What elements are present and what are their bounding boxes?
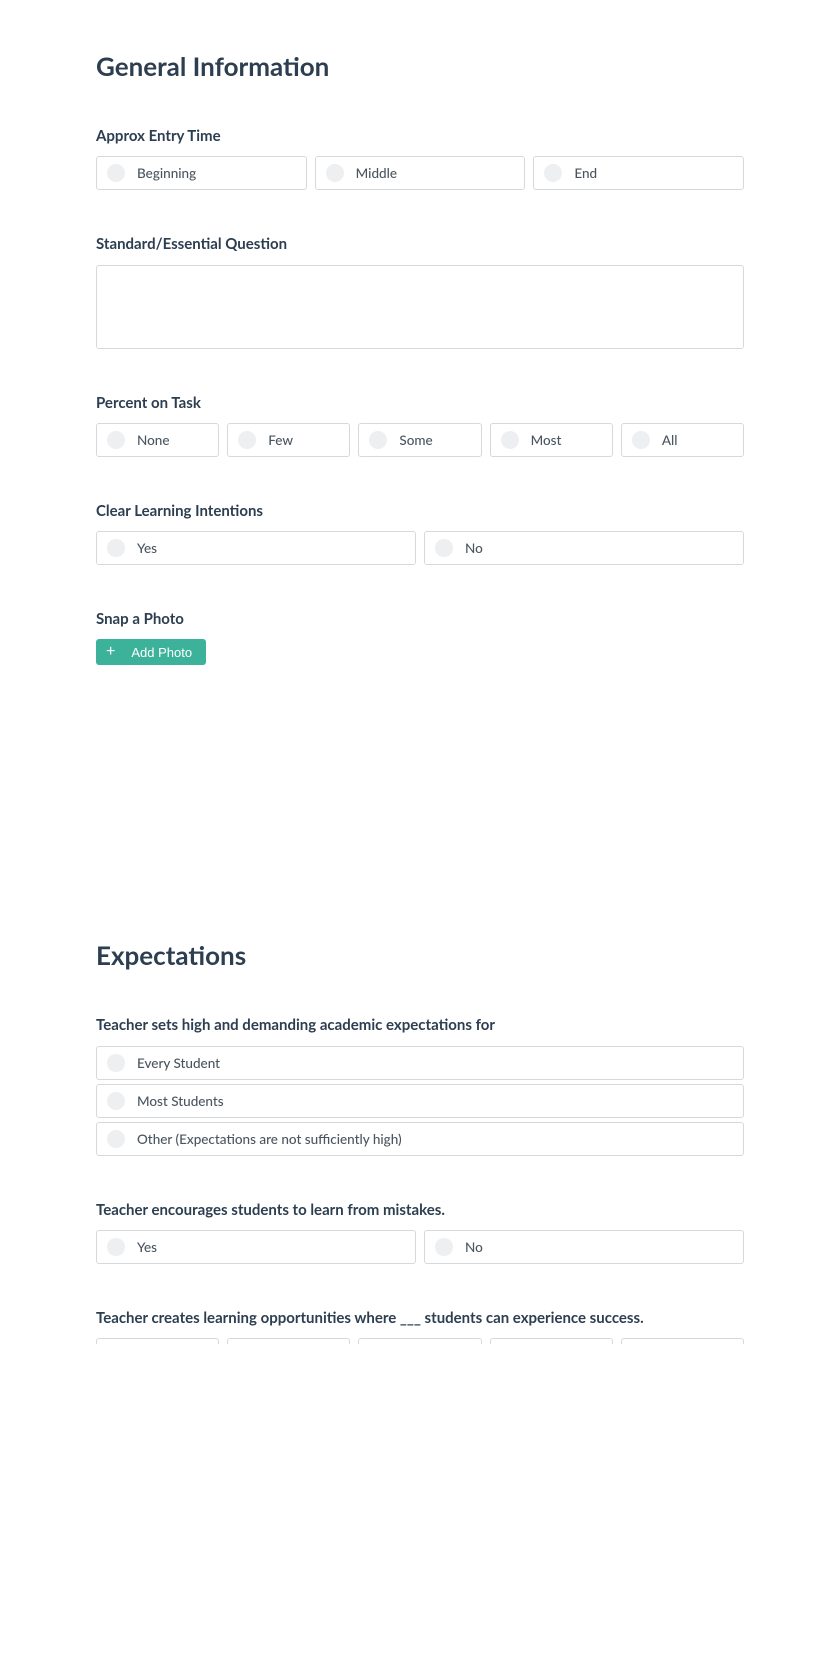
label-high-expectations: Teacher sets high and demanding academic…	[96, 1015, 744, 1035]
label-learn-mistakes: Teacher encourages students to learn fro…	[96, 1200, 744, 1220]
field-clear-intentions: Clear Learning Intentions Yes No	[96, 501, 744, 565]
label-clear-intentions: Clear Learning Intentions	[96, 501, 744, 521]
radio-beginning[interactable]: Beginning	[96, 156, 307, 190]
radio-label: None	[137, 432, 170, 448]
form-page: General Information Approx Entry Time Be…	[0, 0, 840, 1344]
add-photo-label: Add Photo	[131, 645, 192, 660]
radio-label: Yes	[137, 540, 157, 556]
section-spacer	[96, 709, 744, 939]
textarea-essential-question[interactable]	[96, 265, 744, 349]
radio-other[interactable]: Other (Expectations are not sufficiently…	[96, 1122, 744, 1156]
radio-none[interactable]: None	[96, 423, 219, 457]
field-high-expectations: Teacher sets high and demanding academic…	[96, 1015, 744, 1155]
radio-group-entry-time: Beginning Middle End	[96, 156, 744, 190]
field-learning-opportunities: Teacher creates learning opportunities w…	[96, 1308, 744, 1344]
label-snap-photo: Snap a Photo	[96, 609, 744, 629]
radio-middle[interactable]: Middle	[315, 156, 526, 190]
radio-label: Beginning	[137, 165, 196, 181]
radio-label: No	[465, 1239, 483, 1255]
radio-label: Other (Expectations are not sufficiently…	[137, 1131, 402, 1147]
radio-icon	[369, 431, 387, 449]
radio-icon	[107, 539, 125, 557]
radio-some[interactable]: Some	[358, 423, 481, 457]
radio-label: Yes	[137, 1239, 157, 1255]
radio-group-intentions: Yes No	[96, 531, 744, 565]
radio-icon	[107, 1238, 125, 1256]
radio-group-mistakes: Yes No	[96, 1230, 744, 1264]
radio-most[interactable]: Most	[490, 423, 613, 457]
radio-icon	[326, 164, 344, 182]
radio-icon	[107, 431, 125, 449]
radio-icon	[435, 1238, 453, 1256]
label-percent-on-task: Percent on Task	[96, 393, 744, 413]
radio-yes[interactable]: Yes	[96, 531, 416, 565]
radio-group-expectations: Every Student Most Students Other (Expec…	[96, 1046, 744, 1156]
radio-no-mistakes[interactable]: No	[424, 1230, 744, 1264]
radio-label: Most Students	[137, 1093, 224, 1109]
radio-icon	[107, 1130, 125, 1148]
radio-stub[interactable]	[96, 1338, 219, 1344]
radio-every-student[interactable]: Every Student	[96, 1046, 744, 1080]
field-approx-entry-time: Approx Entry Time Beginning Middle End	[96, 126, 744, 190]
radio-stub[interactable]	[490, 1338, 613, 1344]
section-title-expectations: Expectations	[96, 939, 744, 971]
radio-group-partial	[96, 1338, 744, 1344]
radio-yes-mistakes[interactable]: Yes	[96, 1230, 416, 1264]
radio-label: Most	[531, 432, 562, 448]
radio-label: Some	[399, 432, 432, 448]
radio-group-percent: None Few Some Most All	[96, 423, 744, 457]
add-photo-button[interactable]: + Add Photo	[96, 639, 206, 665]
section-title-general: General Information	[96, 50, 744, 82]
label-learning-opportunities: Teacher creates learning opportunities w…	[96, 1308, 744, 1328]
field-snap-photo: Snap a Photo + Add Photo	[96, 609, 744, 665]
radio-stub[interactable]	[227, 1338, 350, 1344]
field-learn-mistakes: Teacher encourages students to learn fro…	[96, 1200, 744, 1264]
field-essential-question: Standard/Essential Question	[96, 234, 744, 348]
radio-all[interactable]: All	[621, 423, 744, 457]
radio-label: No	[465, 540, 483, 556]
radio-label: Middle	[356, 165, 397, 181]
radio-few[interactable]: Few	[227, 423, 350, 457]
form-content: General Information Approx Entry Time Be…	[0, 0, 840, 1344]
radio-icon	[107, 1054, 125, 1072]
radio-icon	[632, 431, 650, 449]
radio-icon	[544, 164, 562, 182]
radio-icon	[238, 431, 256, 449]
radio-label: Few	[268, 432, 293, 448]
label-essential-question: Standard/Essential Question	[96, 234, 744, 254]
radio-stub[interactable]	[621, 1338, 744, 1344]
radio-end[interactable]: End	[533, 156, 744, 190]
field-percent-on-task: Percent on Task None Few Some Most	[96, 393, 744, 457]
radio-icon	[435, 539, 453, 557]
radio-icon	[107, 1092, 125, 1110]
radio-stub[interactable]	[358, 1338, 481, 1344]
radio-label: Every Student	[137, 1055, 220, 1071]
radio-no[interactable]: No	[424, 531, 744, 565]
radio-most-students[interactable]: Most Students	[96, 1084, 744, 1118]
label-approx-entry-time: Approx Entry Time	[96, 126, 744, 146]
radio-icon	[501, 431, 519, 449]
plus-icon: +	[106, 644, 115, 660]
radio-icon	[107, 164, 125, 182]
radio-label: All	[662, 432, 678, 448]
radio-label: End	[574, 165, 597, 181]
